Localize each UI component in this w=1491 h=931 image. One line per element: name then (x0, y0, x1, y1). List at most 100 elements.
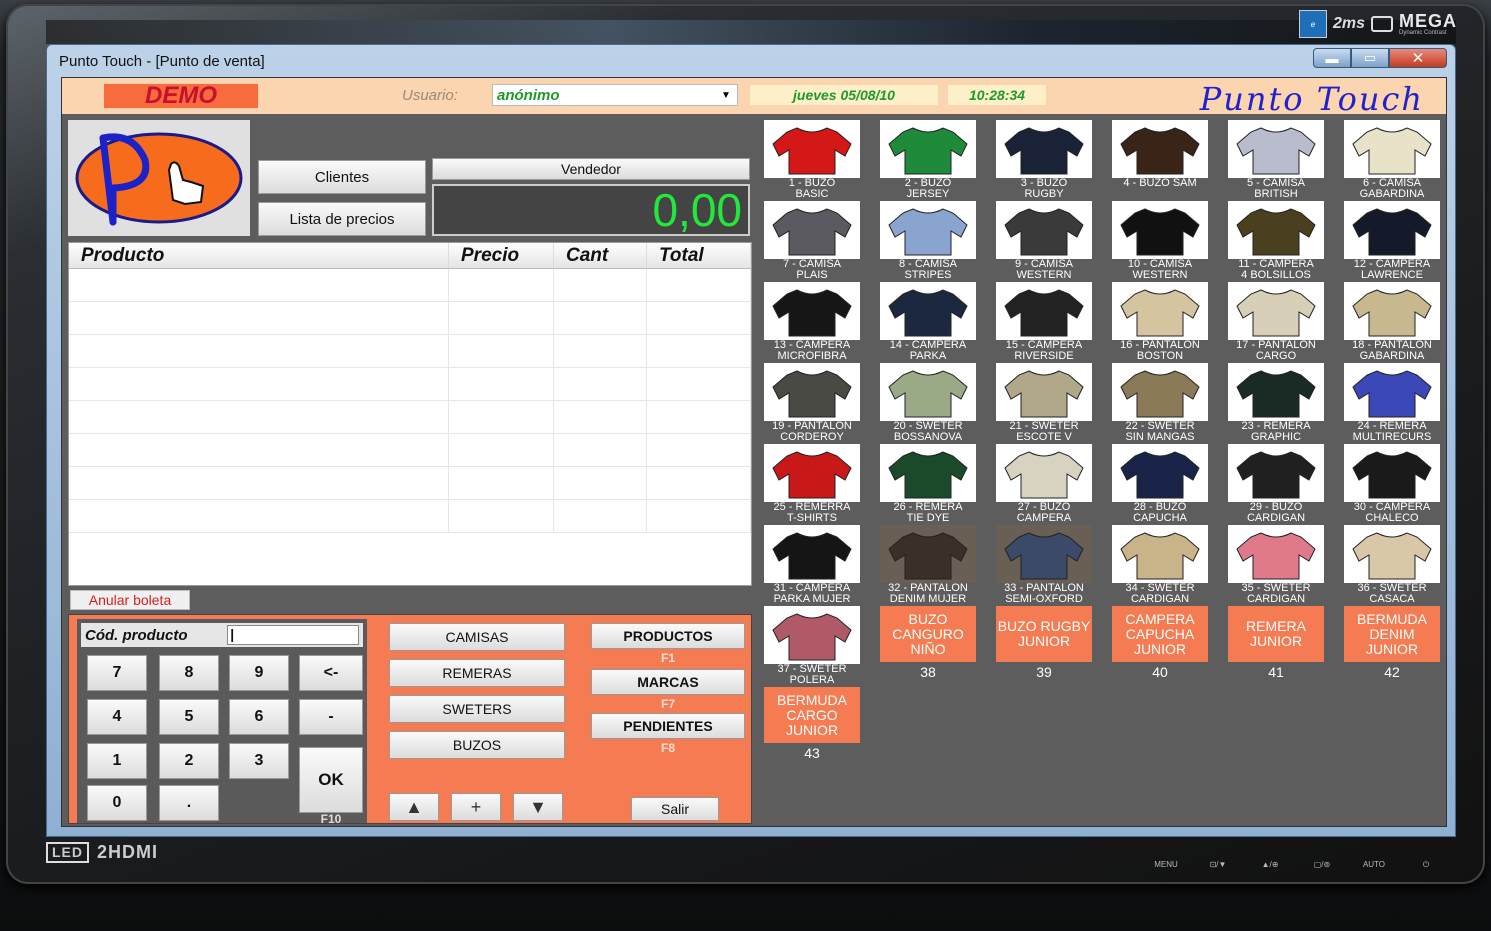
product-item[interactable]: 25 - REMERRA T-SHIRTS (762, 444, 862, 526)
product-image-icon[interactable] (996, 444, 1092, 502)
product-image-icon[interactable] (1228, 363, 1324, 421)
product-item[interactable]: 7 - CAMISA PLAIS (762, 201, 862, 283)
product-item[interactable]: 16 - PANTALON BOSTON (1110, 282, 1210, 364)
keypad-key[interactable]: - (299, 699, 363, 735)
product-tile-label[interactable]: BUZO CANGURO NIÑO (880, 606, 976, 662)
product-item[interactable]: 35 - SWETER CARDIGAN (1226, 525, 1326, 607)
product-item[interactable]: 14 - CAMPERA PARKA (878, 282, 978, 364)
column-header-precio[interactable]: Precio (449, 243, 554, 268)
monitor-button[interactable]: ▢/⊚ (1296, 860, 1348, 870)
product-image-icon[interactable] (880, 201, 976, 259)
maximize-button[interactable]: ▭ (1351, 48, 1389, 68)
keypad-key[interactable]: 6 (229, 699, 289, 735)
table-row[interactable] (69, 335, 751, 368)
table-row[interactable] (69, 467, 751, 500)
product-tile[interactable]: BERMUDA DENIM JUNIOR 42 (1342, 606, 1442, 688)
keypad-key[interactable]: 0 (87, 785, 147, 821)
monitor-button[interactable]: MENU (1140, 860, 1192, 870)
product-item[interactable]: 2 - BUZO JERSEY (878, 120, 978, 202)
product-image-icon[interactable] (880, 525, 976, 583)
product-item[interactable]: 6 - CAMISA GABARDINA (1342, 120, 1442, 202)
product-image-icon[interactable] (1344, 201, 1440, 259)
product-item[interactable]: 31 - CAMPERA PARKA MUJER (762, 525, 862, 607)
product-item[interactable]: 29 - BUZO CARDIGAN (1226, 444, 1326, 526)
product-tile-label[interactable]: REMERA JUNIOR (1228, 606, 1324, 662)
monitor-button[interactable]: ⏻ (1400, 860, 1452, 870)
scroll-down-button[interactable]: ▼ (513, 793, 563, 821)
product-image-icon[interactable] (1112, 363, 1208, 421)
product-item[interactable]: 33 - PANTALON SEMI-OXFORD (994, 525, 1094, 607)
product-tile-label[interactable]: BERMUDA DENIM JUNIOR (1344, 606, 1440, 662)
product-item[interactable]: 13 - CAMPERA MICROFIBRA (762, 282, 862, 364)
product-item[interactable]: 27 - BUZO CAMPERA (994, 444, 1094, 526)
nav-button-pendientes[interactable]: PENDIENTES (591, 713, 745, 739)
product-item[interactable]: 15 - CAMPERA RIVERSIDE (994, 282, 1094, 364)
table-row[interactable] (69, 269, 751, 302)
product-image-icon[interactable] (1344, 444, 1440, 502)
table-row[interactable] (69, 302, 751, 335)
product-image-icon[interactable] (880, 120, 976, 178)
product-item[interactable]: 11 - CAMPERA 4 BOLSILLOS (1226, 201, 1326, 283)
product-code-input[interactable]: | (227, 625, 359, 645)
product-image-icon[interactable] (764, 606, 860, 664)
product-image-icon[interactable] (1228, 444, 1324, 502)
product-item[interactable]: 12 - CAMPERA LAWRENCE (1342, 201, 1442, 283)
product-item[interactable]: 5 - CAMISA BRITISH (1226, 120, 1326, 202)
column-header-cant[interactable]: Cant (554, 243, 647, 268)
table-row[interactable] (69, 500, 751, 533)
minimize-button[interactable]: ▬ (1313, 48, 1351, 68)
keypad-key[interactable]: <- (299, 655, 363, 691)
product-tile-label[interactable]: BERMUDA CARGO JUNIOR (764, 687, 860, 743)
product-image-icon[interactable] (880, 444, 976, 502)
table-row[interactable] (69, 368, 751, 401)
product-item[interactable]: 28 - BUZO CAPUCHA (1110, 444, 1210, 526)
monitor-button[interactable]: AUTO (1348, 860, 1400, 870)
close-button[interactable]: ✕ (1389, 48, 1447, 68)
product-tile[interactable]: BUZO CANGURO NIÑO 38 (878, 606, 978, 688)
product-item[interactable]: 30 - CAMPERA CHALECO (1342, 444, 1442, 526)
product-image-icon[interactable] (1344, 525, 1440, 583)
column-header-producto[interactable]: Producto (69, 243, 449, 268)
product-image-icon[interactable] (996, 282, 1092, 340)
product-image-icon[interactable] (996, 201, 1092, 259)
product-image-icon[interactable] (1228, 120, 1324, 178)
product-image-icon[interactable] (880, 282, 976, 340)
table-row[interactable] (69, 434, 751, 467)
product-image-icon[interactable] (996, 120, 1092, 178)
keypad-key[interactable]: . (159, 785, 219, 821)
product-item[interactable]: 20 - SWETER BOSSANOVA (878, 363, 978, 445)
product-image-icon[interactable] (880, 363, 976, 421)
monitor-button[interactable]: ⊡/▼ (1192, 860, 1244, 870)
keypad-key[interactable]: 2 (159, 743, 219, 779)
clientes-button[interactable]: Clientes (258, 160, 426, 194)
product-image-icon[interactable] (1344, 282, 1440, 340)
nav-button-productos[interactable]: PRODUCTOS (591, 623, 745, 649)
product-image-icon[interactable] (764, 525, 860, 583)
product-item[interactable]: 4 - BUZO SAM (1110, 120, 1210, 202)
product-image-icon[interactable] (1228, 201, 1324, 259)
title-bar[interactable]: Punto Touch - [Punto de venta] ▬ ▭ ✕ (47, 45, 1455, 77)
vendedor-button[interactable]: Vendedor (432, 158, 750, 180)
product-image-icon[interactable] (764, 363, 860, 421)
product-item[interactable]: 34 - SWETER CARDIGAN (1110, 525, 1210, 607)
product-tile[interactable]: BUZO RUGBY JUNIOR 39 (994, 606, 1094, 688)
table-row[interactable] (69, 401, 751, 434)
keypad-key[interactable]: 9 (229, 655, 289, 691)
product-image-icon[interactable] (1344, 120, 1440, 178)
product-item[interactable]: 37 - SWETER POLERA (762, 606, 862, 688)
product-image-icon[interactable] (1112, 444, 1208, 502)
product-image-icon[interactable] (1228, 525, 1324, 583)
category-button-remeras[interactable]: REMERAS (389, 659, 565, 687)
product-tile[interactable]: REMERA JUNIOR 41 (1226, 606, 1326, 688)
product-item[interactable]: 9 - CAMISA WESTERN (994, 201, 1094, 283)
product-item[interactable]: 18 - PANTALON GABARDINA (1342, 282, 1442, 364)
keypad-key[interactable]: 4 (87, 699, 147, 735)
keypad-key[interactable]: 3 (229, 743, 289, 779)
product-image-icon[interactable] (764, 120, 860, 178)
product-item[interactable]: 10 - CAMISA WESTERN (1110, 201, 1210, 283)
nav-button-marcas[interactable]: MARCAS (591, 669, 745, 695)
category-button-sweters[interactable]: SWETERS (389, 695, 565, 723)
product-image-icon[interactable] (1344, 363, 1440, 421)
anular-boleta-button[interactable]: Anular boleta (70, 590, 190, 610)
lista-precios-button[interactable]: Lista de precios (258, 202, 426, 236)
